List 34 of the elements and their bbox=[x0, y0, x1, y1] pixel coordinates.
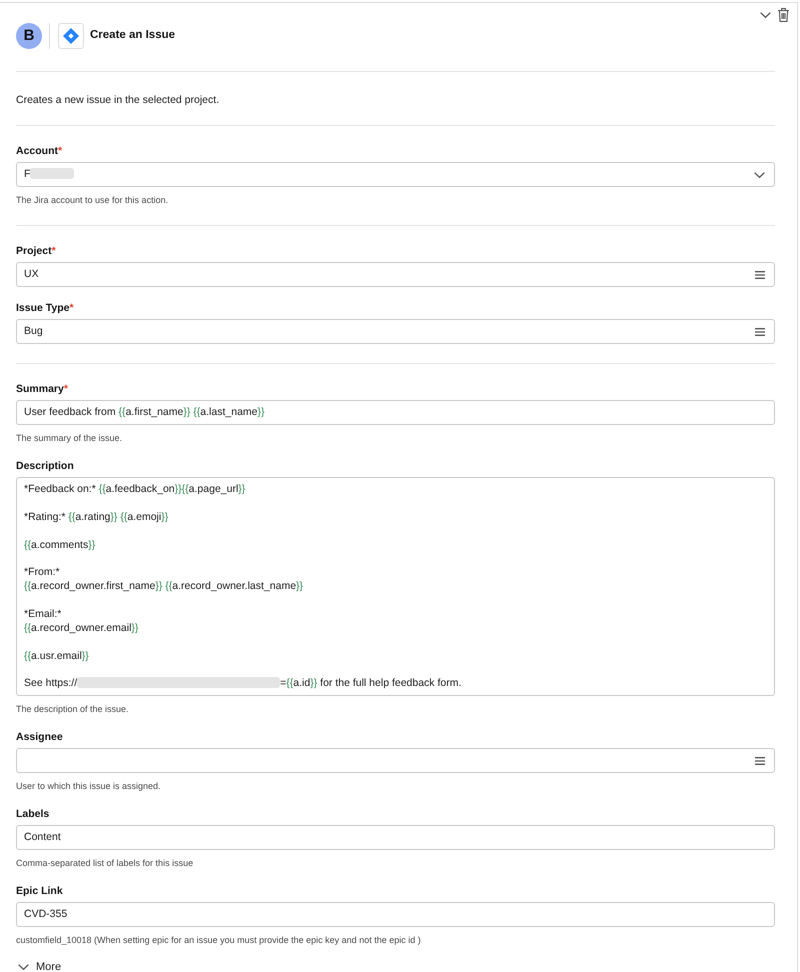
help-text: The Jira account to use for this action. bbox=[16, 195, 168, 205]
field-label: Project* bbox=[16, 244, 56, 258]
textarea-field[interactable]: *Feedback on:* {{a.feedback_on}}{{a.page_url}} *Rating:* {{a.rating}} {{a.emoji}} {{a.comments}} *From:* {{a.record_owner.first_name}} {{a.record_owner.last_name}} *Email:* {{a.record_owner.email}} {{a.usr.email}} See https:// ={{a.id}} for the full help feedback form. bbox=[16, 477, 775, 696]
trash-icon[interactable] bbox=[778, 8, 789, 22]
chevron-down-icon[interactable] bbox=[754, 172, 765, 178]
input-field[interactable]: User feedback from {{a.first_name}} {{a.last_name}} bbox=[16, 400, 775, 425]
action-title: Create an Issue bbox=[90, 28, 176, 44]
field-label: Labels bbox=[16, 807, 50, 822]
help-text: customfield_10018 (When setting epic for an issue you must provide the epic key and not the epic id ) bbox=[16, 935, 421, 946]
field-label: Account* bbox=[16, 144, 62, 158]
help-text: The description of the issue. bbox=[16, 704, 129, 714]
picker-field[interactable]: UX bbox=[16, 262, 775, 287]
field-label: Issue Type* bbox=[16, 301, 74, 315]
avatar: B bbox=[16, 23, 42, 49]
picker-field[interactable] bbox=[16, 748, 775, 774]
help-text: The summary of the issue. bbox=[16, 433, 122, 443]
select-field[interactable]: F bbox=[16, 162, 775, 187]
menu-icon[interactable] bbox=[755, 270, 765, 278]
help-text: Comma-separated list of labels for this issue bbox=[16, 858, 194, 868]
help-text: User to which this issue is assigned. bbox=[16, 781, 161, 792]
input-field[interactable]: Content bbox=[16, 825, 775, 850]
field-label: Assignee bbox=[16, 730, 63, 744]
diamond-logo-icon bbox=[58, 23, 84, 49]
more-toggle[interactable]: More bbox=[16, 961, 62, 972]
menu-icon[interactable] bbox=[755, 756, 765, 765]
redacted-block bbox=[30, 168, 74, 179]
menu-icon[interactable] bbox=[755, 328, 765, 336]
field-label: Description bbox=[16, 459, 74, 473]
field-label: Summary* bbox=[16, 382, 68, 396]
chevron-down-icon[interactable] bbox=[760, 12, 771, 18]
picker-field[interactable]: Bug bbox=[16, 319, 775, 344]
input-field[interactable]: CVD-355 bbox=[16, 902, 775, 928]
action-description: Creates a new issue in the selected project. bbox=[16, 93, 220, 107]
field-label: Epic Link bbox=[16, 884, 63, 898]
